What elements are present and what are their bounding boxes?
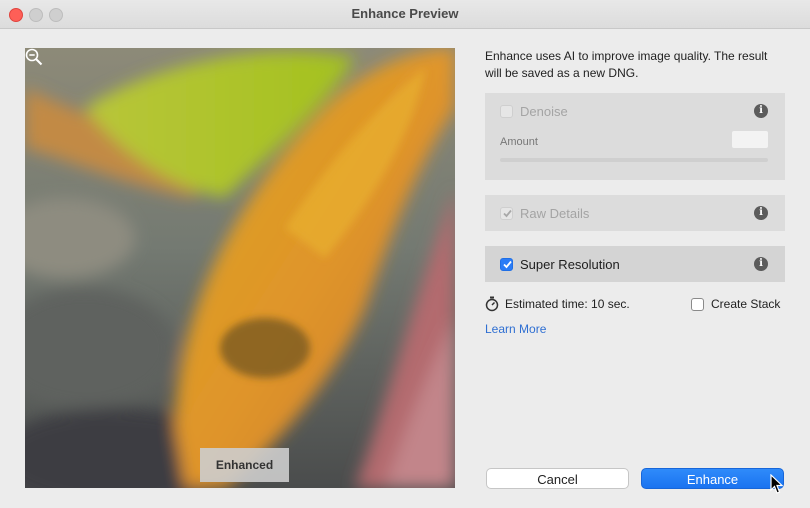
- raw-details-label: Raw Details: [520, 206, 590, 221]
- raw-details-checkbox: [500, 207, 513, 220]
- zoom-out-icon[interactable]: [25, 48, 43, 66]
- preview-image: [25, 48, 455, 488]
- checkmark-icon: [503, 260, 512, 269]
- info-icon[interactable]: i: [754, 104, 768, 118]
- create-stack-label[interactable]: Create Stack: [711, 297, 780, 311]
- denoise-checkbox: [500, 105, 513, 118]
- enhanced-overlay-label: Enhanced: [200, 448, 289, 482]
- description-text: Enhance uses AI to improve image quality…: [485, 49, 768, 80]
- amount-label: Amount: [500, 136, 538, 148]
- mouse-cursor-icon: [770, 474, 784, 494]
- checkmark-icon: [503, 209, 512, 218]
- window-title: Enhance Preview: [351, 6, 459, 21]
- stopwatch-icon: [485, 296, 499, 312]
- info-icon[interactable]: i: [754, 257, 768, 271]
- amount-value-field: [732, 131, 768, 148]
- raw-details-panel: Raw Details i: [485, 195, 785, 231]
- image-preview[interactable]: Enhanced: [25, 48, 455, 488]
- super-resolution-checkbox[interactable]: [500, 258, 513, 271]
- amount-slider-track: [500, 158, 768, 162]
- learn-more-link[interactable]: Learn More: [485, 322, 546, 336]
- enhance-preview-window: Enhance Preview Enhanced Enhance uses AI…: [0, 0, 810, 508]
- create-stack-checkbox[interactable]: [691, 298, 704, 311]
- denoise-panel: Denoise i Amount: [485, 93, 785, 180]
- info-icon[interactable]: i: [754, 206, 768, 220]
- cancel-button[interactable]: Cancel: [486, 468, 629, 489]
- title-bar: Enhance Preview: [0, 0, 810, 29]
- super-resolution-label[interactable]: Super Resolution: [520, 257, 620, 272]
- estimated-time-text: Estimated time: 10 sec.: [505, 297, 630, 311]
- enhance-button[interactable]: Enhance: [641, 468, 784, 489]
- denoise-label: Denoise: [520, 104, 568, 119]
- super-resolution-panel: Super Resolution i: [485, 246, 785, 282]
